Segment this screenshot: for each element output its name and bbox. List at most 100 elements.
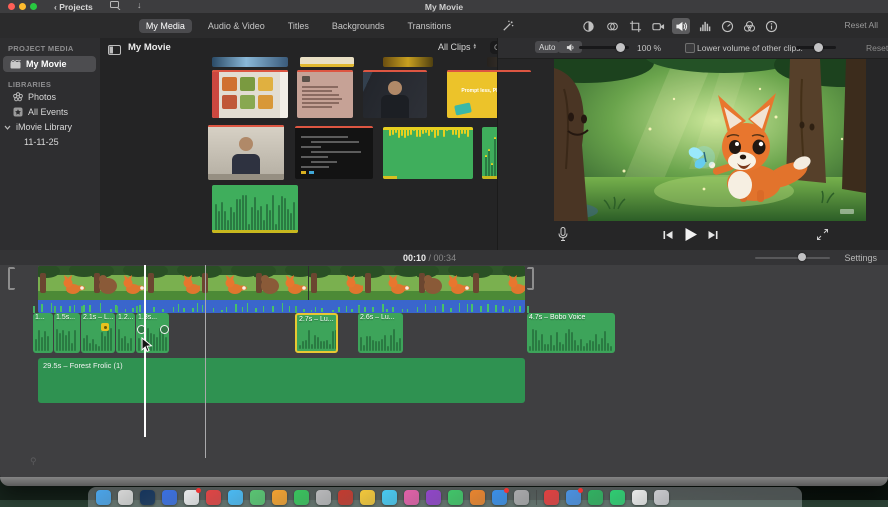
audio-clip[interactable]: 1.5s... xyxy=(54,313,80,353)
crop-icon[interactable] xyxy=(626,18,644,34)
timeline[interactable]: 1... 1.5s... 2.1s – L... 1.2... 1.3s... 2.7s … xyxy=(0,265,888,478)
dock-app-icon[interactable] xyxy=(272,490,287,505)
dock-app-icon[interactable] xyxy=(360,490,375,505)
reset-button[interactable]: Reset xyxy=(866,43,888,53)
lower-volume-checkbox[interactable] xyxy=(685,43,695,53)
audio-clip[interactable]: 1... xyxy=(33,313,53,353)
info-icon[interactable] xyxy=(762,18,780,34)
previous-frame-button[interactable] xyxy=(663,230,673,240)
sidebar-item-all-events[interactable]: All Events xyxy=(13,107,68,117)
dock-app-icon[interactable] xyxy=(566,488,583,505)
filmstrip-frame xyxy=(86,266,154,300)
dock-app-icon[interactable] xyxy=(426,490,441,505)
audio-clip[interactable]: 2.6s – Lu... xyxy=(358,313,403,353)
next-frame-button[interactable] xyxy=(708,230,718,240)
tab-backgrounds[interactable]: Backgrounds xyxy=(325,19,392,33)
dock-app-icon[interactable] xyxy=(492,488,509,505)
media-thumbnail-terminal[interactable] xyxy=(295,126,373,179)
clip-filter-icon[interactable] xyxy=(740,18,758,34)
video-preview xyxy=(554,59,866,221)
fullscreen-icon[interactable] xyxy=(816,228,829,241)
dock-app-icon[interactable] xyxy=(140,490,155,505)
media-thumbnail-audio-yellowtop[interactable] xyxy=(383,127,473,179)
settings-button[interactable]: Settings xyxy=(844,253,877,263)
audio-clip[interactable]: 4.7s – Bobo Voice xyxy=(527,313,615,353)
lower-volume-slider-knob[interactable] xyxy=(814,43,823,52)
dock-app-icon[interactable] xyxy=(96,490,111,505)
dock-app-icon[interactable] xyxy=(162,490,177,505)
dock-app-icon[interactable] xyxy=(206,490,221,505)
dock-app-icon[interactable] xyxy=(544,490,559,505)
dock-app-icon[interactable] xyxy=(118,490,133,505)
trim-handle-left[interactable] xyxy=(8,267,15,290)
color-balance-icon[interactable] xyxy=(579,18,597,34)
filmstrip-frame xyxy=(140,266,208,300)
stabilization-icon[interactable] xyxy=(649,18,667,34)
audio-clip-label: 1... xyxy=(35,314,45,321)
sidebar-item-my-movie[interactable]: My Movie xyxy=(3,56,96,72)
main-toolbar: My Media Audio & Video Titles Background… xyxy=(0,13,888,39)
tab-audio-video[interactable]: Audio & Video xyxy=(201,19,272,33)
timeline-zoom-slider[interactable] xyxy=(755,257,830,259)
media-thumbnail-strip-blue[interactable] xyxy=(212,57,288,67)
dock-app-icon[interactable] xyxy=(404,490,419,505)
audio-clip[interactable]: 2.7s – Lu... xyxy=(295,313,338,353)
dock-app-icon[interactable] xyxy=(228,490,243,505)
media-thumbnail-app-grid[interactable] xyxy=(212,70,288,118)
tab-titles[interactable]: Titles xyxy=(281,19,316,33)
volume-slider-knob[interactable] xyxy=(616,43,625,52)
media-thumbnail-document[interactable] xyxy=(297,70,353,118)
dock-app-icon[interactable] xyxy=(338,490,353,505)
sidebar-item-label: All Events xyxy=(28,107,69,117)
dock-app-icon[interactable] xyxy=(654,490,669,505)
dock-app-icon[interactable] xyxy=(448,490,463,505)
reset-all-button[interactable]: Reset All xyxy=(844,20,878,30)
tab-my-media[interactable]: My Media xyxy=(138,18,192,33)
sidebar-toggle-icon[interactable] xyxy=(108,42,121,60)
window-title: My Movie xyxy=(424,2,464,12)
person-silhouette xyxy=(388,80,402,95)
timeline-zoom-knob[interactable] xyxy=(798,253,806,261)
dock-app-icon[interactable] xyxy=(470,490,485,505)
dock-app-icon[interactable] xyxy=(250,490,265,505)
music-clip[interactable]: 29.5s – Forest Frolic (1) xyxy=(38,358,525,403)
dock-app-icon[interactable] xyxy=(382,490,397,505)
color-correction-icon[interactable] xyxy=(603,18,621,34)
dock-app-icon[interactable] xyxy=(610,490,625,505)
sidebar-item-imovie-library[interactable]: iMovie Library xyxy=(4,122,72,132)
dock-app-icon[interactable] xyxy=(294,490,309,505)
magic-wand-icon[interactable] xyxy=(498,18,516,34)
fade-handle-right[interactable] xyxy=(160,325,169,334)
sidebar-item-photos[interactable]: Photos xyxy=(13,92,56,102)
all-clips-filter[interactable]: All Clips ▴ ▾ xyxy=(438,42,476,52)
timeline-toolbar: 00:10 / 00:34 Settings xyxy=(0,250,888,266)
audio-clip[interactable]: 1.2... xyxy=(116,313,135,353)
media-thumbnail-strip-cream[interactable] xyxy=(300,57,354,67)
voiceover-mic-icon[interactable] xyxy=(558,227,568,242)
media-thumbnail-webcam-dark[interactable] xyxy=(363,70,427,118)
video-clip-filmstrip[interactable] xyxy=(38,266,525,300)
auto-volume-button[interactable]: Auto xyxy=(535,41,560,53)
noise-reduction-icon[interactable] xyxy=(696,18,714,34)
timecode: 00:10 / 00:34 xyxy=(403,253,457,263)
dock-app-icon[interactable] xyxy=(316,490,331,505)
video-clip-audio-waveform[interactable] xyxy=(38,300,525,313)
dock-app-icon[interactable] xyxy=(514,490,529,505)
dock-app-icon[interactable] xyxy=(588,490,603,505)
beep-warning-icon[interactable] xyxy=(101,323,109,331)
current-time: 00:10 xyxy=(403,253,427,263)
media-thumbnail-audio-wave[interactable] xyxy=(212,185,298,233)
volume-icon[interactable] xyxy=(672,18,690,34)
trim-handle-right[interactable] xyxy=(527,267,534,290)
dock-app-icon[interactable] xyxy=(184,488,201,505)
play-button[interactable] xyxy=(684,227,698,242)
audio-clip[interactable]: 2.1s – L... xyxy=(81,313,115,353)
media-thumbnail-strip-gold[interactable] xyxy=(383,57,433,67)
dock-app-icon[interactable] xyxy=(632,490,647,505)
dock xyxy=(88,487,802,507)
sidebar-item-library-event[interactable]: 11-11-25 xyxy=(24,137,59,147)
tab-transitions[interactable]: Transitions xyxy=(400,19,458,33)
sidebar-item-label: Photos xyxy=(28,92,57,102)
speed-icon[interactable] xyxy=(718,18,736,34)
media-thumbnail-webcam-light[interactable] xyxy=(208,125,284,180)
